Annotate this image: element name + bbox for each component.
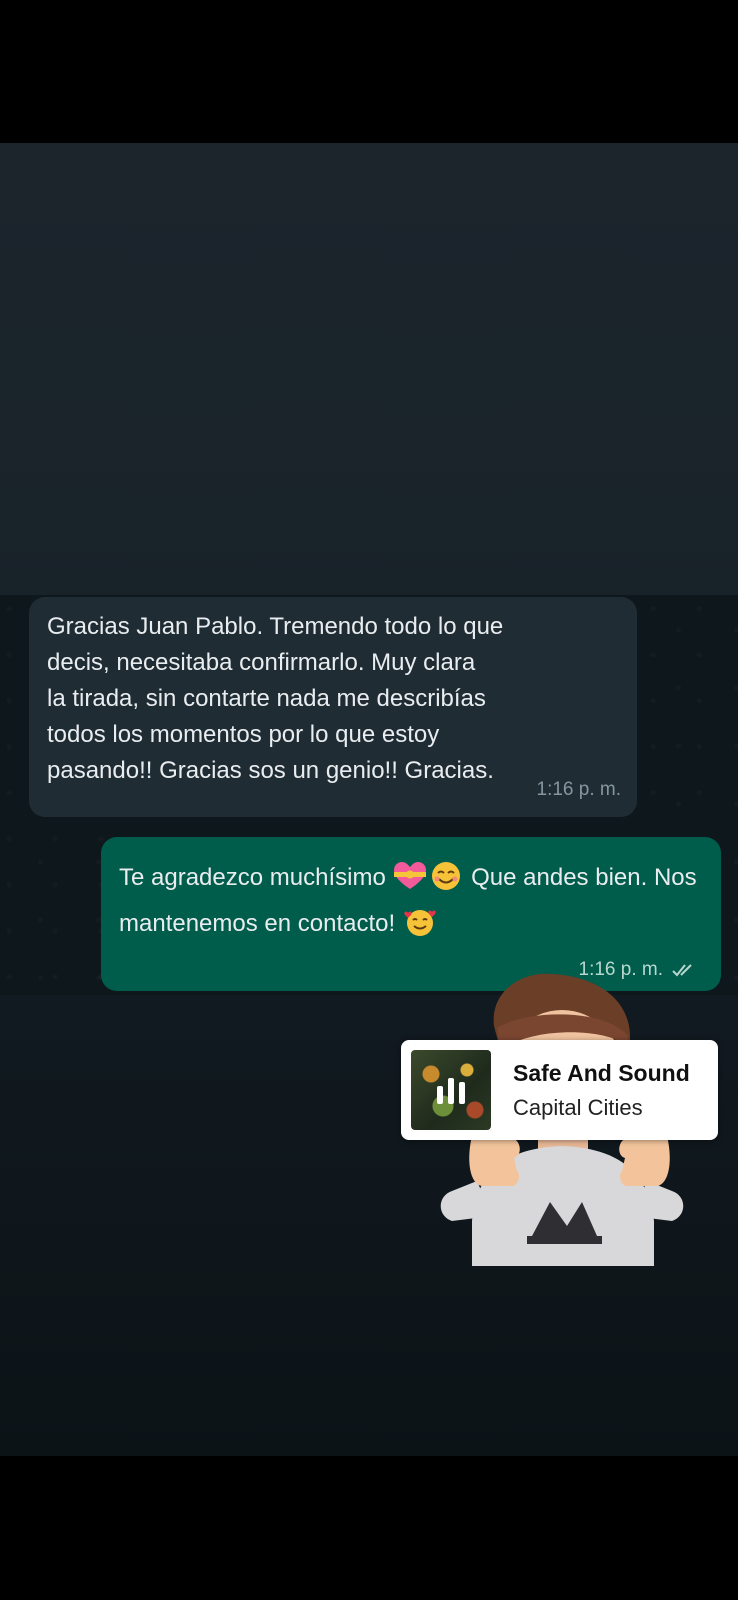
heart-with-ribbon-icon (394, 862, 427, 889)
outgoing-message-text: Te agradezco muchísimo Que andes bien. N… (119, 855, 703, 947)
incoming-message-text: Gracias Juan Pablo. Tremendo todo lo que… (47, 613, 504, 784)
equalizer-playing-icon (437, 1078, 465, 1104)
incoming-message-bubble: Gracias Juan Pablo. Tremendo todo lo que… (29, 597, 637, 817)
song-title: Safe And Sound (513, 1059, 690, 1086)
outgoing-text-part1: Te agradezco muchísimo (119, 864, 393, 891)
song-info: Safe And Sound Capital Cities (513, 1060, 690, 1121)
top-black-bar (0, 0, 738, 143)
smiling-face-icon (432, 862, 461, 890)
bottom-black-bar (0, 1456, 738, 1600)
smiling-face-with-hearts-icon (404, 910, 436, 936)
incoming-message-time: 1:16 p. m. (536, 779, 622, 800)
album-art (411, 1050, 491, 1130)
song-artist: Capital Cities (513, 1094, 643, 1120)
music-sticker[interactable]: Safe And Sound Capital Cities (401, 1040, 718, 1140)
